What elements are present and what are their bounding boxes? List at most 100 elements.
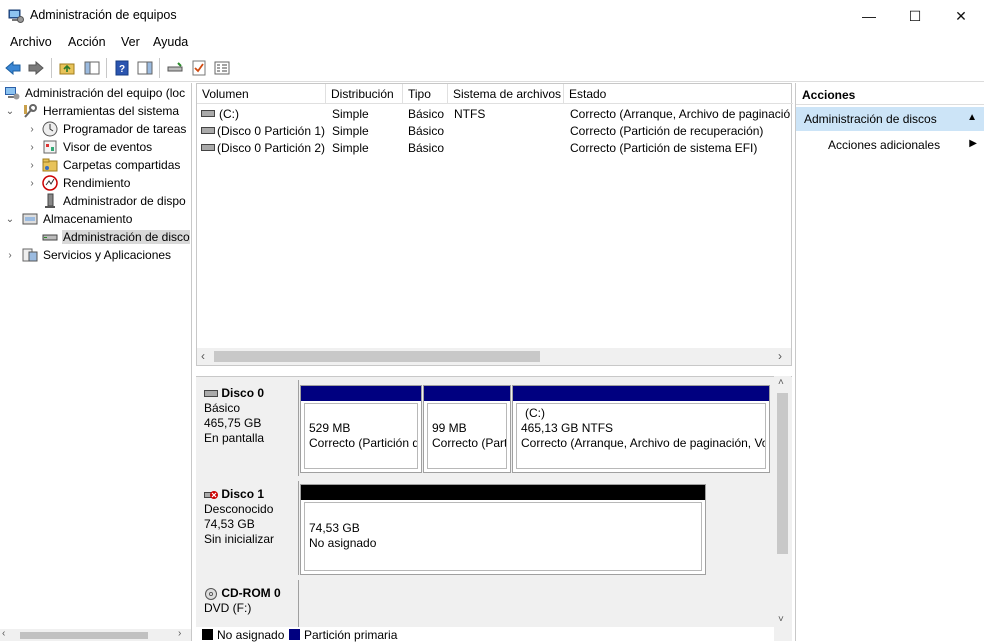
actions-section-label: Administración de discos bbox=[804, 112, 937, 126]
partition-title: (C:) bbox=[525, 406, 545, 420]
tree-item-storage[interactable]: ⌄ Almacenamiento bbox=[0, 210, 190, 228]
toolbar-separator bbox=[159, 58, 160, 78]
legend-swatch-unallocated bbox=[202, 629, 213, 640]
list-view-icon[interactable] bbox=[213, 59, 231, 77]
submenu-arrow-icon: ▶ bbox=[969, 138, 977, 149]
partition-block-c[interactable]: (C:) 465,13 GB NTFS Correcto (Arranque, … bbox=[512, 385, 770, 473]
disk-view-vertical-scrollbar[interactable]: ˄ ˅ bbox=[774, 376, 791, 628]
cd-rom-icon bbox=[205, 587, 217, 600]
column-header-sistema-archivos[interactable]: Sistema de archivos bbox=[448, 84, 564, 104]
more-actions-item[interactable]: Acciones adicionales ▶ bbox=[796, 135, 984, 155]
tree-item-services-applications[interactable]: › Servicios y Aplicaciones bbox=[0, 246, 190, 264]
disk-1-label[interactable]: Disco 1 Desconocido 74,53 GB Sin inicial… bbox=[196, 481, 299, 575]
unallocated-block[interactable]: 74,53 GB No asignado bbox=[300, 484, 706, 575]
collapse-up-icon[interactable]: ▲ bbox=[967, 112, 977, 123]
tree-item-label: Administración de disco bbox=[61, 230, 190, 244]
scrollbar-thumb[interactable] bbox=[214, 351, 540, 362]
scroll-left-icon[interactable]: ‹ bbox=[201, 349, 205, 363]
actions-section-disk-management[interactable]: Administración de discos ▲ bbox=[796, 107, 984, 131]
column-header-volumen[interactable]: Volumen bbox=[197, 84, 326, 104]
menu-archivo[interactable]: Archivo bbox=[10, 35, 52, 49]
table-row[interactable]: (C:) Simple Básico NTFS Correcto (Arranq… bbox=[197, 106, 791, 123]
chevron-right-icon[interactable]: › bbox=[26, 160, 38, 171]
chevron-right-icon[interactable]: › bbox=[4, 250, 16, 261]
cell-sistema-archivos: NTFS bbox=[454, 107, 486, 121]
scrollbar-thumb[interactable] bbox=[777, 393, 788, 554]
legend-label-primary: Partición primaria bbox=[304, 628, 398, 642]
column-header-tipo[interactable]: Tipo bbox=[403, 84, 448, 104]
table-row[interactable]: (Disco 0 Partición 1) Simple Básico Corr… bbox=[197, 123, 791, 140]
tree-item-task-scheduler[interactable]: › Programador de tareas bbox=[0, 120, 190, 138]
tree-item-shared-folders[interactable]: › Carpetas compartidas bbox=[0, 156, 190, 174]
disk-management-icon bbox=[42, 234, 58, 241]
chevron-right-icon[interactable]: › bbox=[26, 178, 38, 189]
disk-0-label[interactable]: Disco 0 Básico 465,75 GB En pantalla bbox=[196, 380, 299, 476]
help-icon[interactable]: ? bbox=[113, 59, 131, 77]
disk-type: Básico bbox=[204, 401, 241, 415]
tree-item-system-tools[interactable]: ⌄ Herramientas del sistema bbox=[0, 102, 190, 120]
minimize-button[interactable]: — bbox=[846, 0, 892, 32]
chevron-down-icon[interactable]: ⌄ bbox=[4, 106, 16, 117]
menu-accion[interactable]: Acción bbox=[68, 35, 106, 49]
back-arrow-icon[interactable] bbox=[4, 59, 22, 77]
connect-icon[interactable] bbox=[166, 59, 184, 77]
disk-type: Desconocido bbox=[204, 502, 274, 516]
tree-item-computer-management[interactable]: Administración del equipo (loc bbox=[0, 84, 190, 102]
show-hide-action-pane-icon[interactable] bbox=[136, 59, 154, 77]
menu-ayuda[interactable]: Ayuda bbox=[153, 35, 188, 49]
chevron-right-icon[interactable]: › bbox=[26, 142, 38, 153]
scroll-up-icon[interactable]: ˄ bbox=[778, 377, 784, 388]
partition-status: No asignado bbox=[309, 536, 377, 550]
services-apps-icon bbox=[22, 248, 38, 262]
performance-icon bbox=[42, 175, 58, 191]
partition-size: 74,53 GB bbox=[309, 521, 360, 535]
properties-check-icon[interactable] bbox=[190, 59, 208, 77]
table-row[interactable]: (Disco 0 Partición 2) Simple Básico Corr… bbox=[197, 140, 791, 157]
unallocated-bar bbox=[301, 485, 705, 500]
legend: No asignado Partición primaria bbox=[196, 627, 774, 642]
disk-drive: DVD (F:) bbox=[204, 601, 252, 615]
shared-folders-icon bbox=[42, 158, 58, 172]
scroll-left-icon[interactable]: ‹ bbox=[2, 628, 5, 639]
cell-distribucion: Simple bbox=[332, 141, 369, 155]
close-button[interactable]: ✕ bbox=[938, 0, 984, 32]
cell-sistema-archivos bbox=[454, 124, 562, 141]
volume-list-horizontal-scrollbar[interactable]: ‹ › bbox=[197, 348, 791, 365]
menu-ver[interactable]: Ver bbox=[121, 35, 140, 49]
tree-item-disk-management[interactable]: Administración de disco bbox=[0, 228, 190, 246]
volume-list: Volumen Distribución Tipo Sistema de arc… bbox=[196, 83, 793, 366]
scroll-right-icon[interactable]: › bbox=[778, 349, 782, 363]
cell-estado: Correcto (Arranque, Archivo de paginació bbox=[570, 107, 791, 121]
tree-item-event-viewer[interactable]: › Visor de eventos bbox=[0, 138, 190, 156]
scroll-down-icon[interactable]: ˅ bbox=[778, 614, 784, 625]
volume-icon bbox=[201, 144, 215, 151]
more-actions-label: Acciones adicionales bbox=[828, 138, 941, 152]
chevron-right-icon[interactable]: › bbox=[26, 124, 38, 135]
maximize-button[interactable]: ☐ bbox=[892, 0, 938, 32]
tree-item-device-manager[interactable]: Administrador de dispo bbox=[0, 192, 190, 210]
up-folder-icon[interactable] bbox=[58, 59, 76, 77]
tree-horizontal-scrollbar[interactable]: ‹ › bbox=[0, 628, 191, 641]
storage-icon bbox=[22, 213, 38, 225]
partition-block[interactable]: 99 MB Correcto (Part bbox=[423, 385, 511, 473]
partition-size: 99 MB bbox=[432, 421, 467, 435]
hard-disk-icon bbox=[204, 389, 218, 397]
tree-item-label: Herramientas del sistema bbox=[43, 104, 180, 118]
forward-arrow-icon[interactable] bbox=[27, 59, 45, 77]
cell-volumen: (Disco 0 Partición 2) bbox=[217, 141, 325, 155]
tree-item-performance[interactable]: › Rendimiento bbox=[0, 174, 190, 192]
computer-management-icon bbox=[8, 9, 24, 23]
cell-volumen: (C:) bbox=[219, 107, 239, 121]
partition-status: Correcto (Partición de bbox=[309, 436, 418, 450]
cell-tipo: Básico bbox=[408, 107, 445, 121]
disk-size: 465,75 GB bbox=[204, 416, 262, 430]
column-header-distribucion[interactable]: Distribución bbox=[326, 84, 403, 104]
svg-text:?: ? bbox=[119, 64, 125, 75]
scrollbar-thumb[interactable] bbox=[20, 632, 148, 639]
show-hide-tree-icon[interactable] bbox=[83, 59, 101, 77]
scroll-right-icon[interactable]: › bbox=[178, 628, 181, 639]
column-header-estado[interactable]: Estado bbox=[564, 84, 793, 104]
partition-block[interactable]: 529 MB Correcto (Partición de bbox=[300, 385, 422, 473]
chevron-down-icon[interactable]: ⌄ bbox=[4, 214, 16, 225]
disk-status: Sin inicializar bbox=[204, 532, 275, 546]
